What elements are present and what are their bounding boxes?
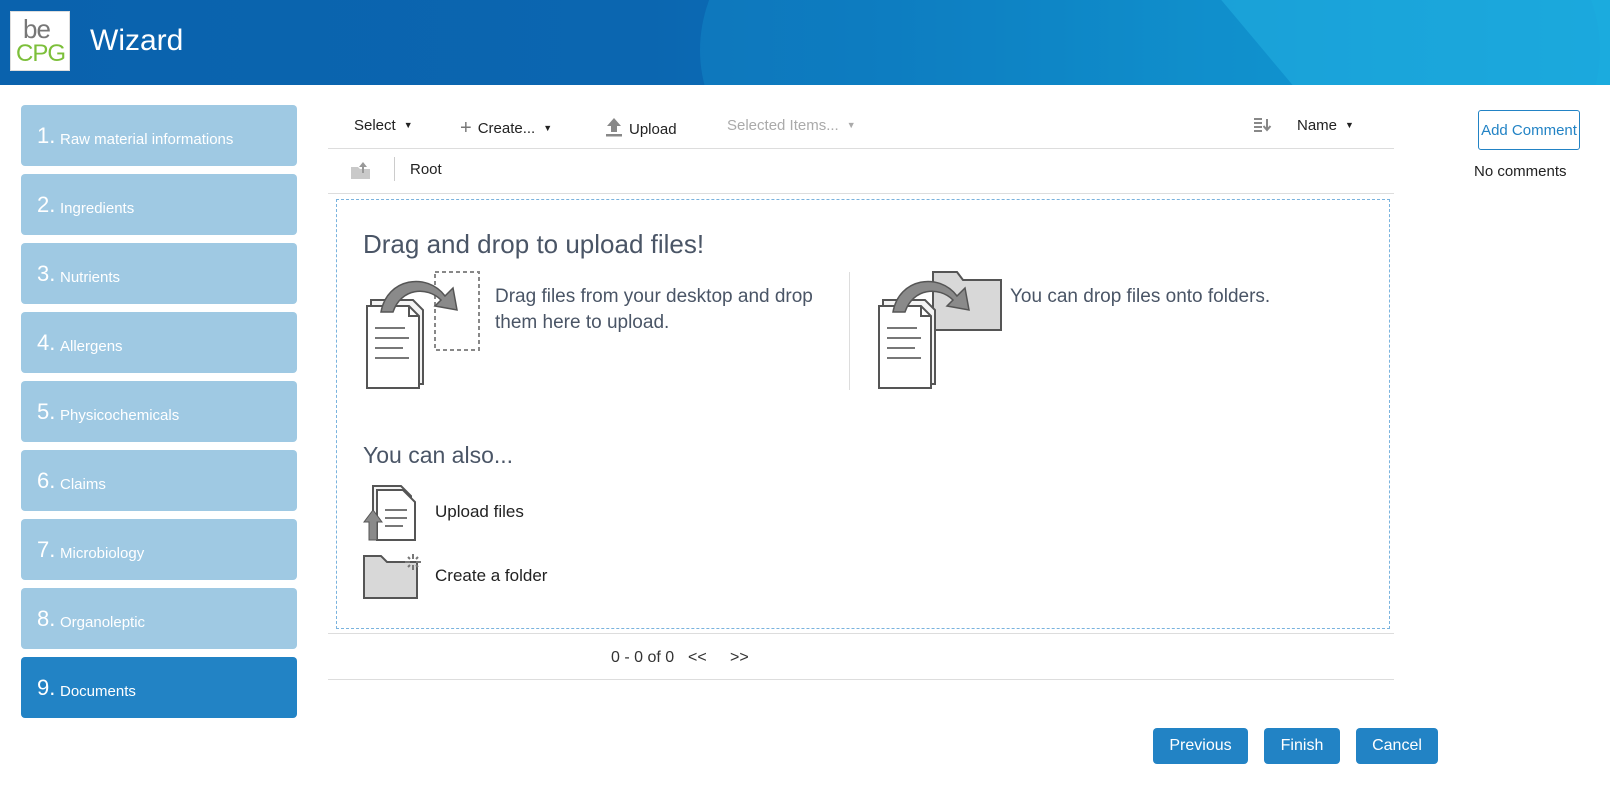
breadcrumb-root[interactable]: Root: [410, 161, 442, 178]
create-folder-label: Create a folder: [435, 566, 548, 585]
also-title: You can also...: [363, 442, 514, 468]
step-label: Claims: [60, 476, 106, 493]
sort-field-menu[interactable]: Name ▼: [1297, 117, 1354, 134]
previous-page-link[interactable]: <<: [688, 649, 707, 667]
step-label: Allergens: [60, 338, 123, 355]
cancel-button[interactable]: Cancel: [1356, 728, 1438, 764]
step-number: 7.: [37, 537, 56, 562]
dropzone-instructions: Drag files from your desktop and drop th…: [495, 286, 813, 333]
dropzone-folder-hint: You can drop files onto folders.: [1010, 286, 1271, 307]
upload-file-icon: [363, 485, 416, 541]
next-page-link[interactable]: >>: [730, 649, 749, 667]
app-header: be CPG Wizard: [0, 0, 1610, 85]
dropzone-title: Drag and drop to upload files!: [363, 229, 705, 259]
path-bar: Root: [328, 149, 1394, 194]
create-menu[interactable]: + Create... ▼: [460, 117, 552, 140]
step-nutrients[interactable]: 3. Nutrients: [21, 243, 297, 304]
selected-items-menu[interactable]: Selected Items... ▼: [727, 117, 856, 134]
step-number: 3.: [37, 261, 56, 286]
add-comment-button[interactable]: Add Comment: [1478, 110, 1580, 150]
document-toolbar: Select ▼ + Create... ▼ Upload Selected Item…: [328, 105, 1394, 149]
step-claims[interactable]: 6. Claims: [21, 450, 297, 511]
step-number: 5.: [37, 399, 56, 424]
page-title: Wizard: [90, 24, 184, 57]
step-organoleptic[interactable]: 8. Organoleptic: [21, 588, 297, 649]
step-documents[interactable]: 9. Documents: [21, 657, 297, 718]
step-number: 9.: [37, 675, 56, 700]
folder-up-icon[interactable]: [350, 159, 372, 181]
no-comments-text: No comments: [1474, 163, 1567, 180]
previous-button[interactable]: Previous: [1153, 728, 1248, 764]
step-label: Physicochemicals: [60, 407, 180, 424]
caret-down-icon: ▼: [1345, 120, 1354, 130]
step-label: Documents: [60, 683, 136, 700]
step-label: Raw material informations: [60, 131, 234, 148]
step-microbiology[interactable]: 7. Microbiology: [21, 519, 297, 580]
step-number: 4.: [37, 330, 56, 355]
finish-button[interactable]: Finish: [1264, 728, 1340, 764]
upload-button-label: Upload: [629, 121, 677, 138]
pagination-count: 0 - 0 of 0: [611, 649, 675, 666]
becpg-logo[interactable]: be CPG: [10, 11, 70, 71]
step-label: Organoleptic: [60, 614, 146, 631]
caret-down-icon: ▼: [543, 123, 553, 133]
sort-field-label: Name: [1297, 117, 1338, 134]
dropzone-divider: [849, 272, 850, 390]
step-label: Microbiology: [60, 545, 145, 562]
step-number: 2.: [37, 192, 56, 217]
caret-down-icon: ▼: [846, 120, 856, 130]
wizard-steps: 1. Raw material informations 2. Ingredient…: [21, 105, 297, 726]
select-menu[interactable]: Select ▼: [354, 117, 413, 134]
upload-files-label: Upload files: [435, 502, 524, 521]
upload-files-link[interactable]: Upload files: [363, 482, 583, 542]
step-raw-material-informations[interactable]: 1. Raw material informations: [21, 105, 297, 166]
step-label: Ingredients: [60, 200, 135, 217]
path-separator: [394, 157, 395, 181]
step-ingredients[interactable]: 2. Ingredients: [21, 174, 297, 235]
drop-zone[interactable]: Drag and drop to upload files! Drag file…: [336, 199, 1390, 629]
drag-files-illustration-icon: [366, 271, 480, 389]
drop-onto-folder-illustration-icon: [878, 271, 1002, 389]
step-allergens[interactable]: 4. Allergens: [21, 312, 297, 373]
step-number: 1.: [37, 123, 56, 148]
create-folder-link[interactable]: Create a folder: [363, 552, 583, 602]
step-label: Nutrients: [60, 269, 121, 286]
create-menu-label: Create...: [477, 120, 536, 137]
select-menu-label: Select: [354, 117, 396, 134]
selected-items-label: Selected Items...: [727, 117, 839, 134]
caret-down-icon: ▼: [403, 120, 413, 130]
step-number: 6.: [37, 468, 56, 493]
step-physicochemicals[interactable]: 5. Physicochemicals: [21, 381, 297, 442]
upload-button[interactable]: Upload: [605, 117, 677, 138]
logo-text-bottom: CPG: [16, 40, 66, 67]
upload-icon: [606, 118, 622, 137]
plus-icon: +: [460, 117, 472, 139]
sort-descending-icon: [1254, 118, 1272, 132]
step-number: 8.: [37, 606, 56, 631]
new-folder-icon: [363, 554, 421, 599]
pagination: 0 - 0 of 0 << >>: [328, 633, 1394, 680]
sort-direction-button[interactable]: [1253, 116, 1273, 138]
